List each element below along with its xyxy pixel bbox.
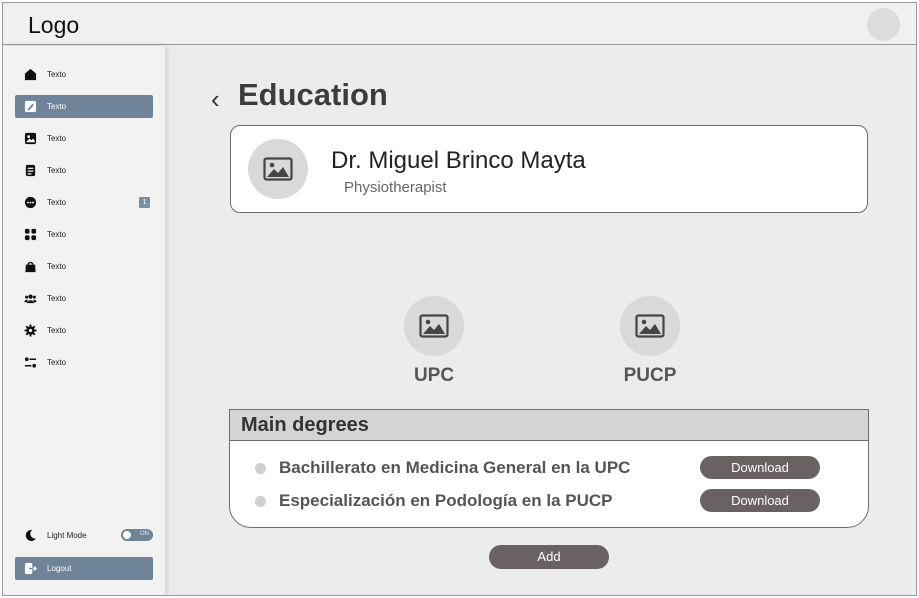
avatar[interactable] — [867, 8, 900, 41]
sidebar-item-chat[interactable]: Texto 1 — [15, 191, 153, 214]
grid-icon — [24, 228, 37, 241]
chat-icon — [24, 196, 37, 209]
sidebar-item-label: Texto — [47, 230, 67, 239]
download-button[interactable]: Download — [700, 489, 820, 512]
logo[interactable]: Logo — [28, 12, 79, 39]
moon-icon — [24, 529, 37, 542]
sidebar-item-edit[interactable]: Texto — [15, 95, 153, 118]
degree-row: Especialización en Podología en la PUCP … — [230, 489, 868, 513]
notification-badge: 1 — [139, 197, 150, 208]
page-title: Education — [238, 77, 388, 112]
logout-label: Logout — [47, 564, 72, 573]
sidebar-item-label: Texto — [47, 326, 67, 335]
bullet-icon — [255, 496, 266, 507]
sidebar-item-document[interactable]: Texto — [15, 159, 153, 182]
sidebar-item-label: Texto — [47, 102, 67, 111]
logout-icon — [24, 562, 37, 575]
sidebar-item-bag[interactable]: Texto — [15, 255, 153, 278]
pucp-logo-placeholder-icon — [620, 296, 680, 356]
university-label-pucp: PUCP — [623, 365, 677, 386]
sidebar-item-image[interactable]: Texto — [15, 127, 153, 150]
sidebar-item-label: Texto — [47, 70, 67, 79]
add-button[interactable]: Add — [489, 545, 609, 569]
toggle-knob — [123, 531, 131, 539]
light-mode-setting: Light Mode ON — [15, 524, 153, 546]
degrees-panel: Main degrees Bachillerato en Medicina Ge… — [229, 409, 869, 528]
degree-title: Especialización en Podología en la PUCP — [279, 491, 613, 510]
home-icon — [24, 68, 37, 81]
doctor-role: Physiotherapist — [344, 179, 447, 196]
university-label-upc: UPC — [413, 365, 455, 386]
sidebar-item-label: Texto — [47, 262, 67, 271]
toggle-state-text: ON — [140, 531, 149, 537]
download-button[interactable]: Download — [700, 456, 820, 479]
logout-button[interactable]: Logout — [15, 557, 153, 580]
sidebar-item-grid[interactable]: Texto — [15, 223, 153, 246]
sliders-icon — [24, 356, 37, 369]
document-icon — [24, 164, 37, 177]
sidebar-item-users[interactable]: Texto — [15, 287, 153, 310]
users-icon — [24, 292, 37, 305]
back-chevron-icon[interactable]: ‹ — [211, 84, 220, 115]
gear-icon — [24, 324, 37, 337]
upc-logo-placeholder-icon — [404, 296, 464, 356]
sidebar-item-label: Texto — [47, 166, 67, 175]
top-bar: Logo — [3, 3, 916, 45]
image-icon — [24, 132, 37, 145]
sidebar-item-label: Texto — [47, 358, 67, 367]
degree-row: Bachillerato en Medicina General en la U… — [230, 456, 868, 480]
profile-image-placeholder-icon — [248, 139, 308, 199]
sidebar-item-label: Texto — [47, 134, 67, 143]
sidebar-item-label: Texto — [47, 198, 67, 207]
light-mode-label: Light Mode — [47, 530, 87, 540]
app-window: Logo Texto Texto Texto Texto Texto 1 Tex… — [2, 2, 917, 596]
bag-icon — [24, 260, 37, 273]
sidebar-item-label: Texto — [47, 294, 67, 303]
degrees-header: Main degrees — [230, 410, 868, 441]
edit-icon — [24, 100, 37, 113]
bullet-icon — [255, 463, 266, 474]
degree-title: Bachillerato en Medicina General en la U… — [279, 458, 631, 477]
sidebar-item-filters[interactable]: Texto — [15, 351, 153, 374]
light-mode-toggle[interactable]: ON — [121, 529, 153, 541]
profile-card: Dr. Miguel Brinco Mayta Physiotherapist — [230, 125, 868, 213]
sidebar-item-settings[interactable]: Texto — [15, 319, 153, 342]
doctor-name: Dr. Miguel Brinco Mayta — [331, 147, 586, 174]
sidebar-item-home[interactable]: Texto — [15, 63, 153, 86]
sidebar: Texto Texto Texto Texto Texto 1 Texto Te… — [3, 46, 165, 595]
